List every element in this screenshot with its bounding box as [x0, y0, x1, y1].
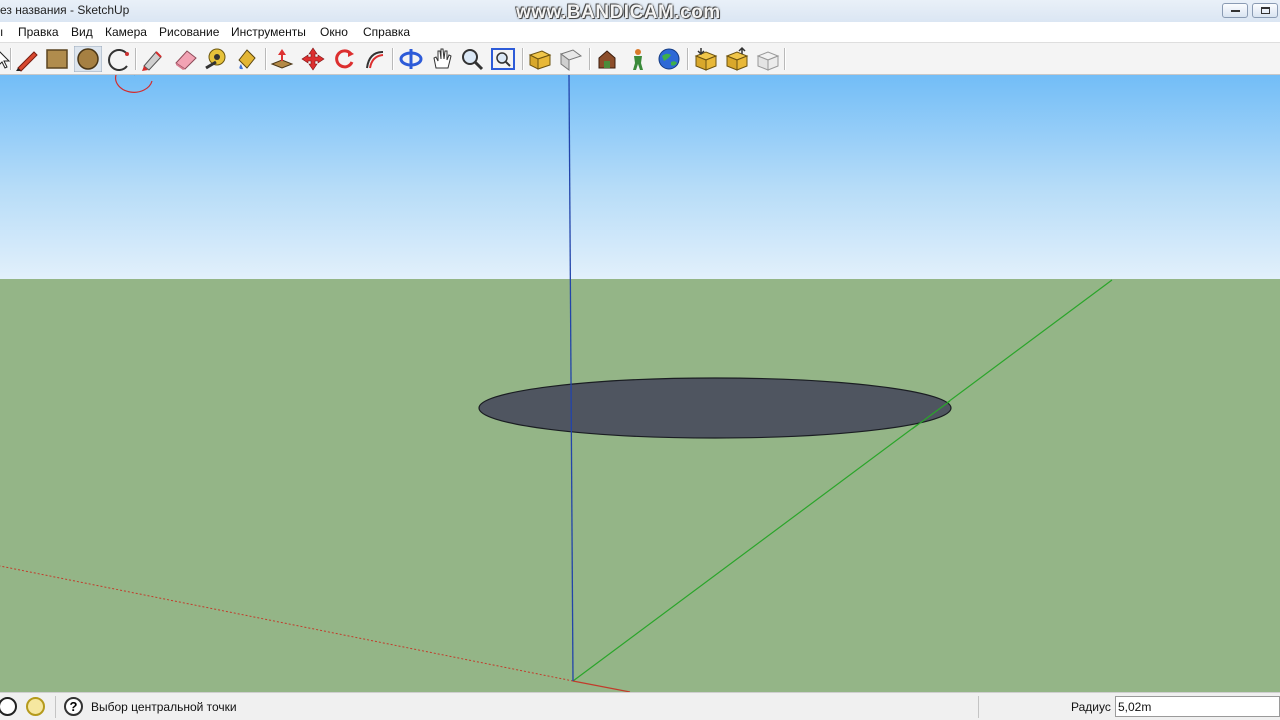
- menu-edit[interactable]: Правка: [18, 25, 59, 39]
- geolocation-icon[interactable]: [0, 697, 17, 716]
- get-models-icon: [694, 48, 718, 71]
- measurements-input[interactable]: 5,02m: [1115, 696, 1280, 717]
- maximize-button[interactable]: [1252, 3, 1278, 18]
- move-tool-button[interactable]: [299, 46, 327, 72]
- house-tool-button[interactable]: [593, 46, 621, 72]
- eraser-icon: [175, 50, 197, 70]
- recording-watermark: www.BANDICAM.com: [516, 2, 721, 23]
- arc-tool-button[interactable]: [105, 46, 133, 72]
- move-icon: [301, 47, 325, 71]
- measurements-label: Радиус: [1071, 700, 1111, 714]
- arc-icon: [108, 49, 129, 71]
- follow-me-tool-button[interactable]: [361, 46, 389, 72]
- zoom-tool-button[interactable]: [458, 46, 486, 72]
- extension-button[interactable]: [754, 46, 782, 72]
- orbit-icon: [399, 49, 423, 69]
- red-axis-hidden: [0, 565, 574, 682]
- circle-face[interactable]: [478, 377, 952, 439]
- zoom-extents-tool-button[interactable]: [489, 46, 517, 72]
- menu-camera[interactable]: Камера: [105, 25, 147, 39]
- extension-icon: [756, 51, 780, 71]
- rotate-tool-button[interactable]: [330, 46, 358, 72]
- person-icon: [633, 49, 643, 70]
- follow-me-icon: [366, 51, 384, 69]
- window-title: ез названия - SketchUp: [0, 3, 130, 17]
- section-tool-button[interactable]: [526, 46, 554, 72]
- model-viewport[interactable]: [0, 75, 1280, 692]
- share-model-button[interactable]: [723, 46, 751, 72]
- blue-axis: [568, 75, 574, 682]
- help-icon[interactable]: ?: [64, 697, 83, 716]
- menu-help[interactable]: Справка: [363, 25, 410, 39]
- green-axis: [572, 279, 1113, 682]
- menu-window[interactable]: Окно: [320, 25, 348, 39]
- pan-icon: [433, 48, 452, 69]
- red-axis: [572, 680, 631, 692]
- rotate-icon: [335, 49, 354, 69]
- menu-bar: ı Правка Вид Камера Рисование Инструмент…: [0, 22, 1280, 42]
- paint-bucket-icon: [142, 51, 162, 71]
- pan-tool-button[interactable]: [428, 46, 456, 72]
- zoom-icon: [462, 49, 484, 71]
- rectangle-icon: [46, 49, 68, 69]
- status-bar: ? Выбор центральной точки Радиус 5,02m: [0, 692, 1280, 720]
- maximize-icon: [1261, 7, 1270, 14]
- eraser-tool-button[interactable]: [172, 46, 200, 72]
- section-plane-icon: [559, 49, 583, 71]
- section-plane-tool-button[interactable]: [557, 46, 585, 72]
- menu-view[interactable]: Вид: [71, 25, 93, 39]
- pencil-tool-button[interactable]: [13, 46, 41, 72]
- pencil-icon: [16, 51, 38, 72]
- share-model-icon: [725, 46, 749, 71]
- zoom-extents-icon: [491, 48, 515, 70]
- paint-icon: [238, 49, 256, 70]
- rectangle-tool-button[interactable]: [43, 46, 71, 72]
- paint-bucket-tool-button[interactable]: [138, 46, 166, 72]
- orbit-tool-button[interactable]: [397, 46, 425, 72]
- push-pull-tool-button[interactable]: [268, 46, 296, 72]
- tape-measure-icon: [205, 48, 226, 70]
- get-models-button[interactable]: [692, 46, 720, 72]
- paint-tool-button[interactable]: [233, 46, 261, 72]
- circle-icon: [74, 46, 102, 72]
- globe-tool-button[interactable]: [655, 46, 683, 72]
- minimize-icon: [1231, 10, 1240, 12]
- push-pull-icon: [270, 49, 294, 69]
- section-icon: [528, 50, 552, 70]
- title-bar: ез названия - SketchUp www.BANDICAM.com: [0, 0, 1280, 23]
- circle-tool-button[interactable]: [74, 46, 102, 72]
- scene-canvas: [0, 75, 1113, 692]
- menu-draw[interactable]: Рисование: [159, 25, 219, 39]
- status-hint: Выбор центральной точки: [91, 700, 237, 714]
- minimize-button[interactable]: [1222, 3, 1248, 18]
- globe-icon: [658, 48, 680, 70]
- menu-tools[interactable]: Инструменты: [231, 25, 306, 39]
- tape-measure-tool-button[interactable]: [202, 46, 230, 72]
- main-toolbar: [0, 42, 1280, 75]
- menu-file-fragment[interactable]: ı: [0, 25, 3, 39]
- person-tool-button[interactable]: [624, 46, 652, 72]
- circle-cursor-icon: [114, 75, 153, 93]
- house-icon: [598, 50, 616, 69]
- credits-icon[interactable]: [26, 697, 45, 716]
